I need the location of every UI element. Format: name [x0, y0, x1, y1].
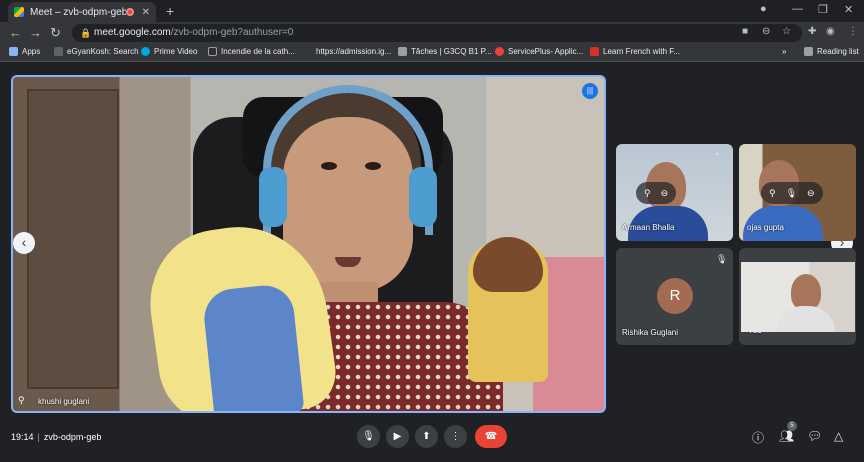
- zoom-icon[interactable]: ⊖: [762, 26, 770, 37]
- main-speaker-name: khushi guglani: [38, 397, 90, 406]
- forward-icon[interactable]: →: [29, 25, 42, 40]
- bookmark-label: ServicePlus- Applic...: [508, 47, 584, 56]
- video-earcup-shape: [259, 167, 287, 227]
- extensions-icon[interactable]: ✚: [808, 26, 816, 37]
- tile-menu-icon[interactable]: ◔: [714, 149, 719, 159]
- participant-name: ojas gupta: [747, 223, 784, 232]
- mic-muted-icon: 🎙︎: [716, 254, 728, 264]
- url-host: meet.google.com: [94, 27, 171, 38]
- bookmark-star-icon[interactable]: ☆: [782, 26, 791, 37]
- people-icon[interactable]: 👥︎: [779, 429, 794, 443]
- bookmark-egyankosh[interactable]: eGyanKosh: Search: [54, 47, 139, 56]
- reading-list-icon: [804, 47, 813, 56]
- close-tab-icon[interactable]: ✕: [142, 7, 150, 18]
- address-bar[interactable]: 🔒 meet.google.com/zvb-odpm-geb?authuser=…: [72, 24, 802, 42]
- site-icon: [208, 47, 217, 56]
- mic-muted-icon: 🎙︎: [785, 187, 798, 198]
- more-bookmarks-label: »: [782, 47, 787, 56]
- self-body-shape: [777, 306, 835, 332]
- menu-icon[interactable]: ⋮: [848, 26, 858, 37]
- bookmark-apps[interactable]: Apps: [9, 47, 40, 56]
- participant-name: Armaan Bhalla: [622, 223, 675, 232]
- people-count-badge: 5: [787, 421, 797, 431]
- pin-icon[interactable]: ⚲: [769, 188, 776, 199]
- minimize-icon[interactable]: —: [792, 3, 803, 15]
- pin-icon[interactable]: ⚲: [644, 188, 651, 199]
- more-options-button[interactable]: ⋮: [444, 425, 467, 448]
- reading-list-label: Reading list: [817, 47, 859, 56]
- bookmark-label: eGyanKosh: Search: [67, 47, 139, 56]
- participant-name: Rishika Guglani: [622, 328, 679, 337]
- new-tab-button[interactable]: +: [166, 3, 174, 19]
- learn-french-icon: [590, 47, 599, 56]
- reload-icon[interactable]: ↻: [50, 25, 61, 41]
- remove-icon[interactable]: ⊖: [661, 188, 669, 199]
- tab-meet[interactable]: Meet – zvb-odpm-geb ✕: [8, 2, 156, 22]
- video-doll-dress-shape: [201, 282, 305, 411]
- meeting-details-icon[interactable]: ⓘ: [752, 429, 764, 446]
- tile-controls: ⚲ ⊖: [636, 182, 677, 204]
- toolbar: ← → ↻ 🔒 meet.google.com/zvb-odpm-geb?aut…: [0, 22, 864, 44]
- bookmark-incendie[interactable]: Incendie de la cath...: [208, 47, 295, 56]
- video-earcup-shape: [409, 167, 437, 227]
- recording-indicator-icon: [125, 8, 134, 16]
- bookmark-prime-video[interactable]: Prime Video: [141, 47, 197, 56]
- self-face-shape: [791, 274, 821, 310]
- bookmark-label: Apps: [22, 47, 41, 56]
- tab-title: Meet – zvb-odpm-geb: [30, 6, 126, 18]
- apps-grid-icon: [9, 47, 18, 56]
- reading-list-button[interactable]: Reading list: [804, 47, 859, 56]
- self-video: [741, 262, 855, 332]
- meeting-info: 19:14 | zvb-odpm-geb: [11, 432, 101, 442]
- bookmark-learn-french[interactable]: Learn French with F...: [590, 47, 680, 56]
- url-path: /zvb-odpm-geb?authuser=0: [170, 27, 294, 38]
- leave-call-button[interactable]: ☎: [475, 425, 507, 448]
- back-icon[interactable]: ←: [9, 25, 22, 40]
- bookmark-admission[interactable]: https://admission.ig...: [316, 47, 391, 56]
- bookmark-label: Tâches | G3CQ B1 P...: [411, 47, 492, 56]
- chat-icon[interactable]: 💬︎: [807, 429, 822, 443]
- maximize-icon[interactable]: ❐: [818, 3, 828, 16]
- meeting-info-separator: |: [37, 432, 40, 442]
- profile-avatar-icon[interactable]: ◉: [826, 26, 835, 37]
- main-video-tile[interactable]: ||| ⚲ khushi guglani: [11, 75, 606, 413]
- participant-tile-ojas[interactable]: ⚲ 🎙︎ ⊖ ojas gupta: [739, 144, 856, 241]
- bookmark-label: https://admission.ig...: [316, 47, 392, 56]
- present-now-button[interactable]: ⬆: [415, 425, 438, 448]
- pin-icon[interactable]: ⚲: [18, 395, 25, 406]
- lock-icon[interactable]: 🔒: [80, 24, 91, 42]
- egyankosh-icon: [54, 47, 63, 56]
- bookmark-label: Incendie de la cath...: [221, 47, 295, 56]
- bookmark-taches[interactable]: Tâches | G3CQ B1 P...: [398, 47, 492, 56]
- video-door-shape: [27, 89, 119, 389]
- meeting-code: zvb-odpm-geb: [43, 432, 102, 442]
- close-window-icon[interactable]: ✕: [844, 3, 853, 16]
- tab-strip: Meet – zvb-odpm-geb ✕ + ● — ❐ ✕: [0, 0, 864, 22]
- serviceplus-icon: [495, 47, 504, 56]
- taches-icon: [398, 47, 407, 56]
- profile-icon[interactable]: ●: [760, 3, 767, 15]
- speaking-indicator-icon: |||: [582, 83, 598, 99]
- tile-controls: ⚲ 🎙︎ ⊖: [761, 182, 823, 204]
- activities-icon[interactable]: △: [834, 429, 843, 443]
- meeting-time: 19:14: [11, 432, 34, 442]
- camera-button[interactable]: ▶: [386, 425, 409, 448]
- remove-icon[interactable]: ⊖: [807, 188, 815, 199]
- bookmarks-bar: Apps eGyanKosh: Search Prime Video Incen…: [0, 44, 864, 62]
- previous-page-button[interactable]: ‹: [13, 232, 35, 254]
- meet-favicon-icon: [14, 7, 24, 17]
- participant-tile-armaan[interactable]: ◔ ⚲ ⊖ Armaan Bhalla: [616, 144, 733, 241]
- participant-avatar: R: [657, 278, 693, 314]
- bookmark-label: Learn French with F...: [603, 47, 680, 56]
- bookmark-label: Prime Video: [154, 47, 198, 56]
- camera-indicator-icon[interactable]: ■: [742, 26, 748, 37]
- microphone-button[interactable]: 🎙︎: [357, 425, 380, 448]
- more-bookmarks-button[interactable]: »: [782, 47, 786, 56]
- bookmark-serviceplus[interactable]: ServicePlus- Applic...: [495, 47, 583, 56]
- prime-video-icon: [141, 47, 150, 56]
